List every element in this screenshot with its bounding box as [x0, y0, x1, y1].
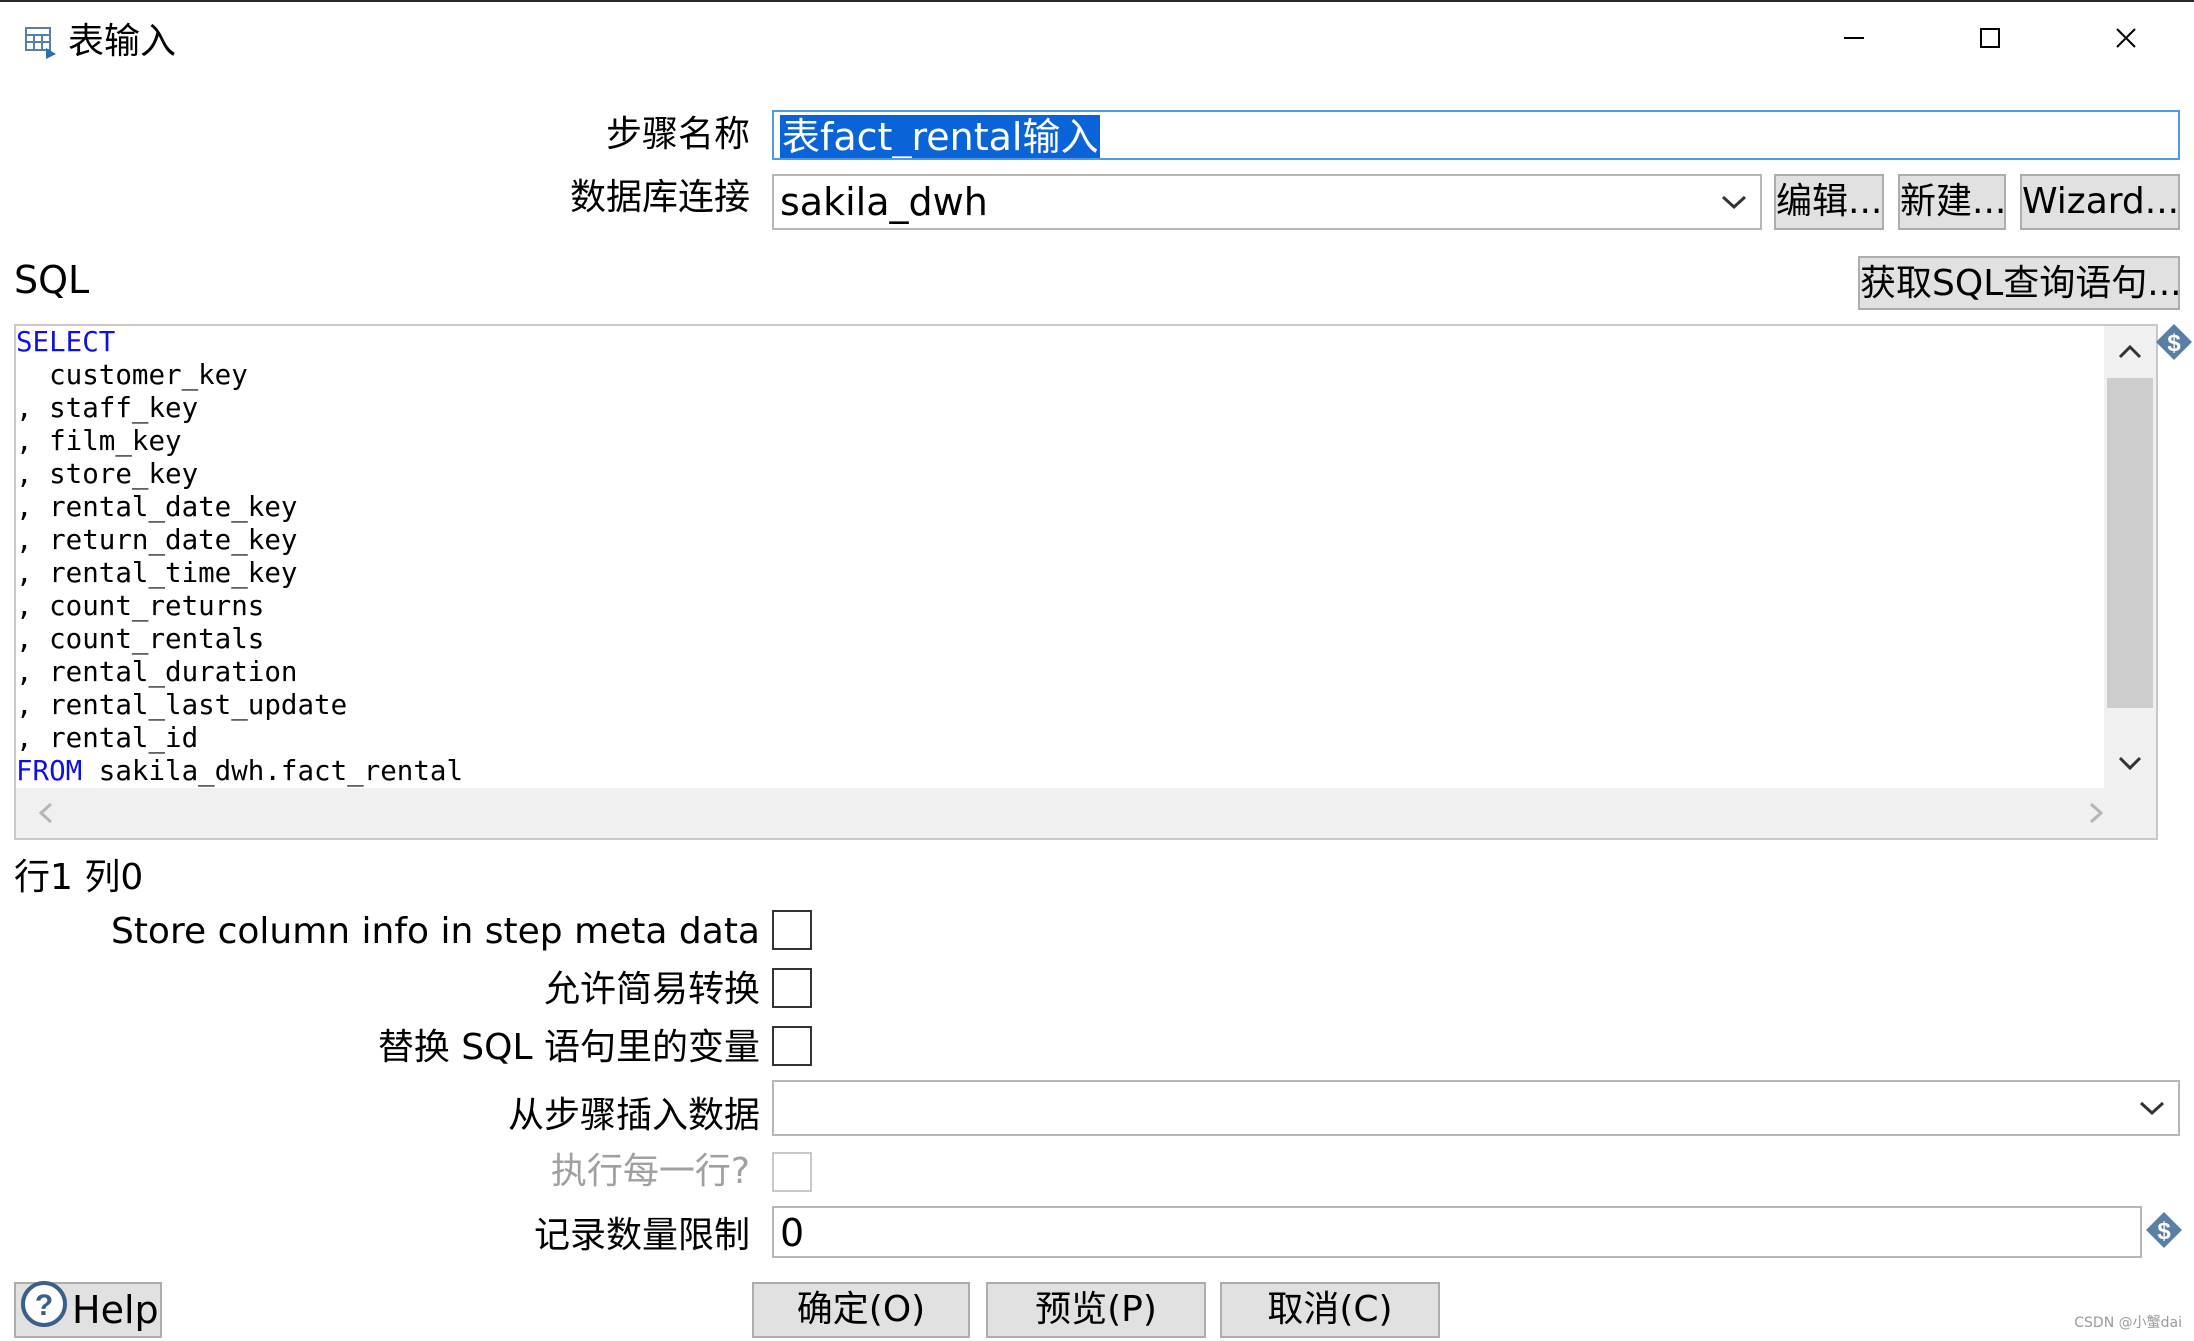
insert-from-step-select[interactable] — [772, 1080, 2180, 1136]
svg-text:$: $ — [2157, 1218, 2171, 1245]
replace-variables-label: 替换 SQL 语句里的变量 — [377, 1027, 760, 1068]
replace-variables-checkbox[interactable] — [772, 1026, 812, 1066]
sql-text: , rental_time_key — [16, 557, 298, 589]
sql-keyword: FROM — [16, 755, 83, 787]
help-label: Help — [72, 1288, 159, 1332]
insert-from-step-label: 从步骤插入数据 — [507, 1095, 760, 1136]
sql-line: , rental_date_key — [16, 491, 463, 524]
sql-editor[interactable]: SELECT customer_key, staff_key, film_key… — [14, 324, 2158, 840]
scroll-left-icon[interactable] — [26, 788, 66, 838]
close-icon — [2114, 26, 2138, 54]
close-button[interactable] — [2086, 12, 2166, 68]
scroll-right-icon[interactable] — [2076, 788, 2116, 838]
new-connection-button[interactable]: 新建... — [1898, 174, 2006, 230]
sql-text: , rental_last_update — [16, 689, 348, 721]
sql-line: , rental_id — [16, 722, 463, 755]
lazy-conversion-checkbox[interactable] — [772, 968, 812, 1008]
edit-connection-button[interactable]: 编辑... — [1774, 174, 1884, 230]
step-name-value: 表fact_rental输入 — [780, 115, 1101, 159]
sql-keyword: SELECT — [16, 326, 116, 358]
chevron-down-icon[interactable] — [2126, 1082, 2178, 1134]
horizontal-scrollbar[interactable] — [16, 788, 2156, 838]
sql-label: SQL — [14, 258, 90, 302]
sql-text: customer_key — [16, 359, 248, 391]
variable-dollar-icon[interactable]: $ — [2144, 1210, 2184, 1250]
maximize-button[interactable] — [1950, 12, 2030, 68]
execute-each-row-label: 执行每一行? — [550, 1151, 750, 1192]
wizard-button[interactable]: Wizard... — [2020, 174, 2180, 230]
sql-line: FROM sakila_dwh.fact_rental — [16, 755, 463, 788]
scroll-down-icon[interactable] — [2104, 738, 2156, 788]
sql-line: , return_date_key — [16, 524, 463, 557]
sql-text: , count_returns — [16, 590, 265, 622]
maximize-icon — [1978, 26, 2002, 54]
sql-line: , count_rentals — [16, 623, 463, 656]
sql-line: customer_key — [16, 359, 463, 392]
window-top-border — [0, 0, 2194, 2]
help-icon: ? — [20, 1280, 68, 1341]
svg-text:$: $ — [2167, 330, 2181, 357]
sql-line: , count_returns — [16, 590, 463, 623]
variable-dollar-icon[interactable]: $ — [2154, 322, 2194, 362]
ok-button[interactable]: 确定(O) — [752, 1282, 970, 1338]
watermark: CSDN @小蟹dai — [2074, 1315, 2182, 1331]
execute-each-row-checkbox[interactable] — [772, 1152, 812, 1192]
help-button[interactable]: ? Help — [14, 1280, 162, 1341]
store-column-info-label: Store column info in step meta data — [110, 911, 760, 952]
sql-line: , rental_duration — [16, 656, 463, 689]
sql-code[interactable]: SELECT customer_key, staff_key, film_key… — [16, 326, 463, 788]
window-title: 表输入 — [68, 21, 177, 62]
minimize-button[interactable] — [1814, 12, 1894, 68]
vertical-scroll-thumb[interactable] — [2107, 378, 2153, 708]
limit-label: 记录数量限制 — [533, 1215, 750, 1256]
vertical-scrollbar[interactable] — [2104, 326, 2156, 788]
db-connection-value: sakila_dwh — [780, 180, 988, 224]
sql-line: SELECT — [16, 326, 463, 359]
minimize-icon — [1842, 26, 1866, 54]
scroll-up-icon[interactable] — [2104, 326, 2156, 378]
db-connection-select[interactable]: sakila_dwh — [772, 174, 1762, 230]
sql-line: , store_key — [16, 458, 463, 491]
sql-text: , staff_key — [16, 392, 199, 424]
cursor-position-status: 行1 列0 — [14, 857, 144, 898]
table-input-icon — [24, 24, 58, 60]
sql-line: , film_key — [16, 425, 463, 458]
step-name-input[interactable]: 表fact_rental输入 — [772, 110, 2180, 160]
sql-line: , staff_key — [16, 392, 463, 425]
cancel-button[interactable]: 取消(C) — [1220, 1282, 1440, 1338]
limit-input[interactable]: 0 — [772, 1206, 2142, 1258]
sql-text: , count_rentals — [16, 623, 265, 655]
sql-line: , rental_last_update — [16, 689, 463, 722]
step-name-label: 步骤名称 — [605, 114, 750, 155]
preview-button[interactable]: 预览(P) — [986, 1282, 1206, 1338]
chevron-down-icon[interactable] — [1708, 176, 1760, 228]
sql-text: , rental_date_key — [16, 491, 298, 523]
sql-text: , rental_id — [16, 722, 199, 754]
sql-text: , store_key — [16, 458, 199, 490]
svg-text:?: ? — [35, 1289, 53, 1322]
sql-text: , film_key — [16, 425, 182, 457]
sql-text: , return_date_key — [16, 524, 298, 556]
sql-text: sakila_dwh.fact_rental — [82, 755, 464, 787]
limit-value: 0 — [780, 1211, 805, 1255]
sql-line: , rental_time_key — [16, 557, 463, 590]
store-column-info-checkbox[interactable] — [772, 910, 812, 950]
sql-text: , rental_duration — [16, 656, 298, 688]
get-sql-query-button[interactable]: 获取SQL查询语句... — [1858, 256, 2182, 310]
db-connection-label: 数据库连接 — [569, 177, 750, 218]
lazy-conversion-label: 允许简易转换 — [543, 969, 760, 1010]
